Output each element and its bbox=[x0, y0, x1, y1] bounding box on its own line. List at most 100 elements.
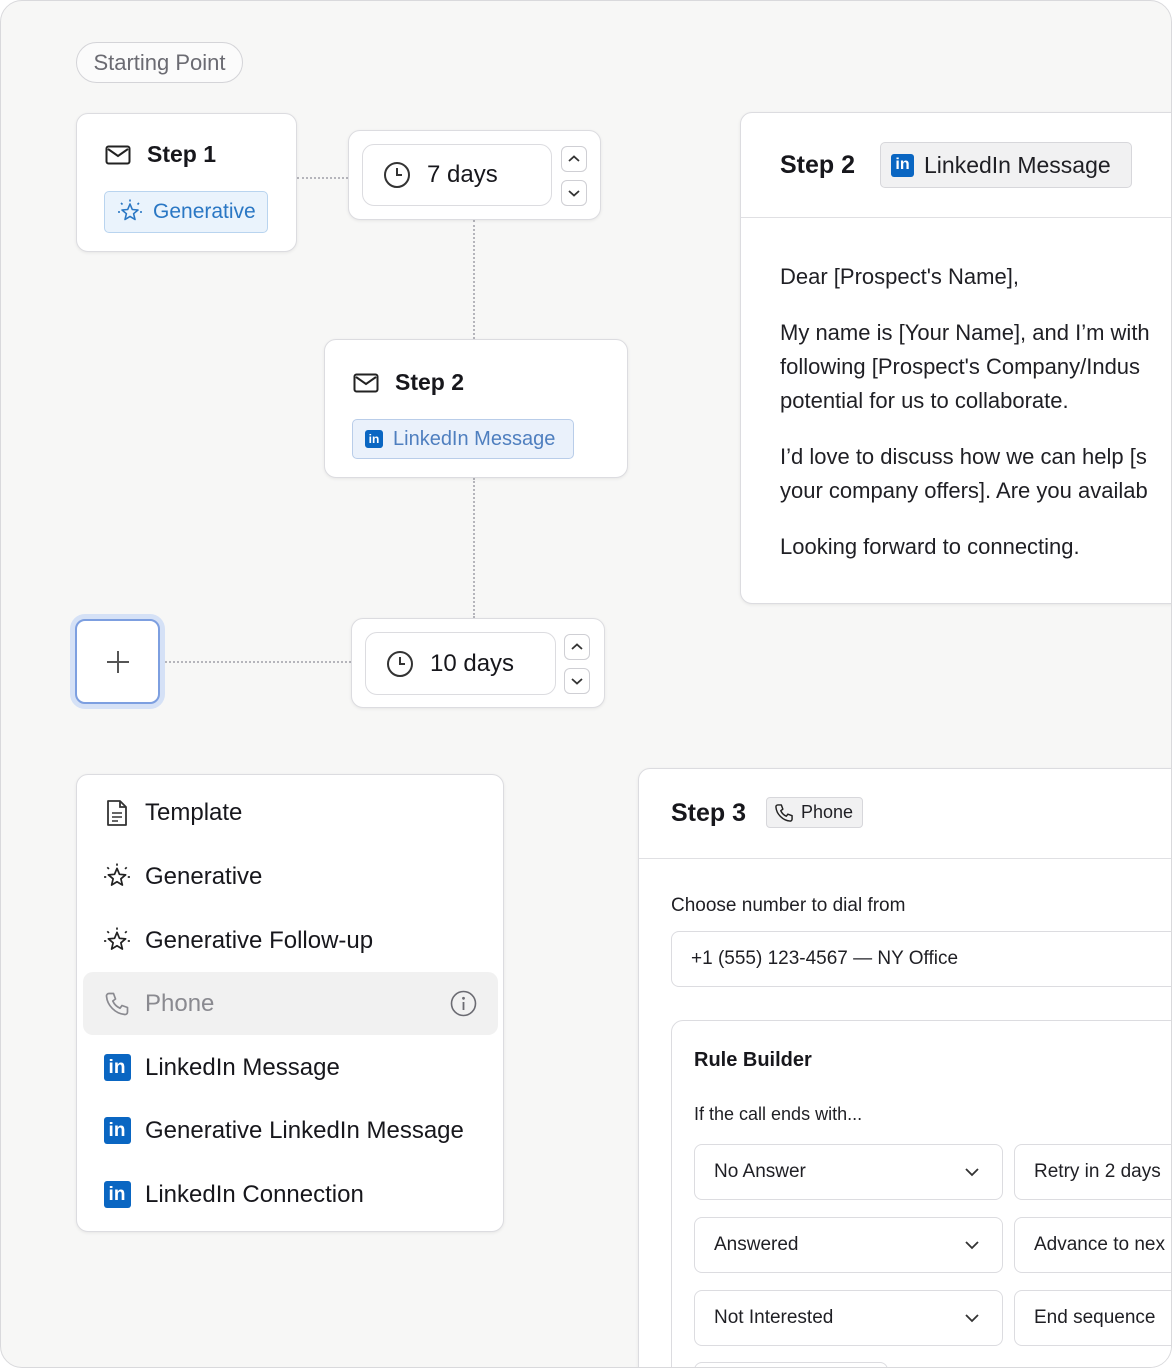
step1-type-tag[interactable]: Generative bbox=[104, 191, 268, 233]
info-icon[interactable] bbox=[450, 990, 477, 1017]
phone-icon bbox=[103, 990, 131, 1018]
message-body[interactable]: Dear [Prospect's Name], My name is [Your… bbox=[780, 260, 1171, 564]
linkedin-icon: in bbox=[103, 1054, 131, 1081]
starting-point-badge: Starting Point bbox=[76, 42, 243, 83]
chevron-down-icon bbox=[965, 1168, 979, 1177]
rule-builder: Rule Builder If the call ends with... No… bbox=[671, 1020, 1171, 1367]
rule-condition-select[interactable]: Answered bbox=[694, 1217, 1003, 1273]
rule-builder-title: Rule Builder bbox=[694, 1049, 812, 1071]
step2-panel-type-label: LinkedIn Message bbox=[924, 151, 1111, 178]
chevron-down-icon bbox=[568, 190, 580, 197]
rule-action-value: Retry in 2 days bbox=[1034, 1161, 1161, 1182]
delay1-increment-button[interactable] bbox=[561, 146, 587, 172]
phone-icon bbox=[774, 803, 794, 823]
linkedin-icon: in bbox=[365, 430, 383, 448]
step3-detail-panel: Step 3 Phone Choose number to dial from … bbox=[638, 768, 1171, 1367]
message-line: your company offers]. Are you availab bbox=[780, 478, 1148, 503]
chevron-down-icon bbox=[965, 1241, 979, 1250]
menu-item-generative-follow-up[interactable]: Generative Follow-up bbox=[83, 909, 498, 972]
step1-title: Step 1 bbox=[147, 141, 217, 167]
rule-condition-select[interactable] bbox=[694, 1362, 888, 1367]
mail-icon bbox=[105, 145, 131, 165]
rule-condition-select[interactable]: Not Interested bbox=[694, 1290, 1003, 1346]
message-line: following [Prospect's Company/Indus bbox=[780, 354, 1141, 379]
step2-detail-panel: Step 2 in LinkedIn Message Dear [Prospec… bbox=[740, 112, 1171, 604]
step3-panel-header: Step 3 Phone bbox=[639, 769, 1171, 859]
rule-builder-subtitle: If the call ends with... bbox=[694, 1104, 863, 1124]
menu-item-label: LinkedIn Message bbox=[145, 1053, 340, 1081]
message-line: I’d love to discuss how we can help [s bbox=[780, 444, 1147, 469]
dial-from-field[interactable]: +1 (555) 123-4567 — NY Office bbox=[671, 931, 1171, 987]
chevron-up-icon bbox=[568, 155, 580, 162]
delay1-node: 7 days bbox=[348, 130, 601, 220]
menu-item-linkedin-message[interactable]: in LinkedIn Message bbox=[83, 1036, 498, 1099]
delay1-value: 7 days bbox=[427, 161, 498, 188]
connector-add-delay2 bbox=[162, 661, 351, 663]
step2-panel-header: Step 2 in LinkedIn Message bbox=[741, 113, 1171, 218]
menu-item-phone[interactable]: Phone bbox=[83, 972, 498, 1035]
connector-step1-delay1 bbox=[297, 177, 348, 179]
menu-item-label: Generative bbox=[145, 862, 263, 890]
sparkle-icon bbox=[103, 863, 131, 891]
rule-action-value: Advance to nex bbox=[1034, 1234, 1165, 1255]
message-line: My name is [Your Name], and I’m with bbox=[780, 320, 1150, 345]
dial-from-label: Choose number to dial from bbox=[671, 895, 906, 916]
sparkle-icon bbox=[103, 927, 131, 955]
chevron-down-icon bbox=[965, 1314, 979, 1323]
step1-type-label: Generative bbox=[153, 200, 256, 223]
menu-item-label: Template bbox=[145, 798, 243, 826]
rule-action-select[interactable]: End sequence bbox=[1014, 1290, 1171, 1346]
rule-condition-select[interactable]: No Answer bbox=[694, 1144, 1003, 1200]
linkedin-icon: in bbox=[891, 153, 914, 177]
menu-item-label: Generative Follow-up bbox=[145, 926, 374, 954]
step2-type-tag[interactable]: in LinkedIn Message bbox=[352, 419, 574, 459]
linkedin-icon: in bbox=[103, 1117, 131, 1144]
menu-item-label: LinkedIn Connection bbox=[145, 1180, 364, 1208]
menu-item-label: Phone bbox=[145, 989, 215, 1017]
delay2-increment-button[interactable] bbox=[564, 634, 590, 660]
menu-item-generative[interactable]: Generative bbox=[83, 845, 498, 908]
delay2-decrement-button[interactable] bbox=[564, 668, 590, 694]
rule-action-value: End sequence bbox=[1034, 1307, 1156, 1328]
message-greeting: Dear [Prospect's Name], bbox=[780, 264, 1019, 289]
step3-panel-title: Step 3 bbox=[671, 799, 747, 827]
delay1-field[interactable]: 7 days bbox=[362, 144, 552, 206]
clock-icon bbox=[386, 650, 414, 678]
connector-delay1-step2 bbox=[473, 220, 475, 339]
add-step-button[interactable] bbox=[75, 619, 160, 704]
menu-item-label: Generative LinkedIn Message bbox=[145, 1116, 464, 1144]
step-type-menu: Template Generative Generative Follow-up… bbox=[76, 774, 504, 1232]
delay2-value: 10 days bbox=[430, 649, 515, 677]
delay1-decrement-button[interactable] bbox=[561, 180, 587, 206]
plus-icon bbox=[106, 650, 129, 673]
rule-condition-value: Answered bbox=[714, 1234, 799, 1255]
chevron-up-icon bbox=[571, 643, 583, 650]
sparkle-icon bbox=[117, 199, 143, 225]
delay2-node: 10 days bbox=[351, 618, 605, 708]
step2-node[interactable]: Step 2 in LinkedIn Message bbox=[324, 339, 628, 478]
rule-condition-value: Not Interested bbox=[714, 1307, 834, 1328]
dial-from-value: +1 (555) 123-4567 — NY Office bbox=[691, 948, 959, 969]
menu-item-template[interactable]: Template bbox=[83, 781, 498, 844]
menu-item-linkedin-connection[interactable]: in LinkedIn Connection bbox=[83, 1163, 498, 1226]
message-line: potential for us to collaborate. bbox=[780, 388, 1069, 413]
rule-action-select[interactable]: Retry in 2 days bbox=[1014, 1144, 1171, 1200]
step2-panel-type-tag: in LinkedIn Message bbox=[880, 142, 1132, 188]
delay2-field[interactable]: 10 days bbox=[365, 632, 556, 695]
step2-panel-title: Step 2 bbox=[780, 151, 856, 179]
document-icon bbox=[103, 799, 131, 827]
step3-panel-type-tag: Phone bbox=[766, 797, 863, 828]
step2-type-label: LinkedIn Message bbox=[393, 427, 556, 450]
mail-icon bbox=[353, 373, 379, 393]
step3-panel-type-label: Phone bbox=[801, 802, 854, 822]
linkedin-icon: in bbox=[103, 1181, 131, 1208]
rule-action-select[interactable]: Advance to nex bbox=[1014, 1217, 1171, 1273]
connector-step2-delay2 bbox=[473, 478, 475, 618]
sequence-canvas: Starting Point Step 1 Generative 7 days bbox=[0, 0, 1172, 1368]
menu-item-generative-linkedin-message[interactable]: in Generative LinkedIn Message bbox=[83, 1099, 498, 1162]
clock-icon bbox=[383, 161, 411, 189]
message-closing: Looking forward to connecting. bbox=[780, 534, 1080, 559]
step1-node[interactable]: Step 1 Generative bbox=[76, 113, 297, 252]
rule-condition-value: No Answer bbox=[714, 1161, 806, 1182]
step2-title: Step 2 bbox=[395, 369, 465, 395]
